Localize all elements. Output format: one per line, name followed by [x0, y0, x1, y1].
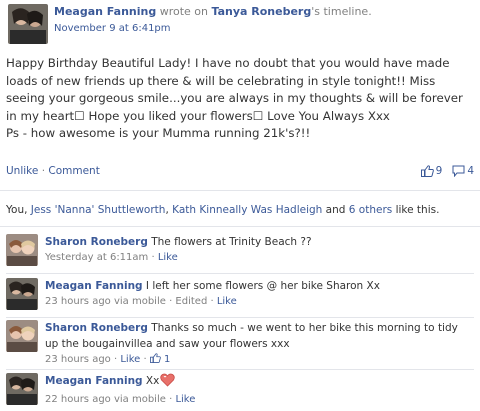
post-message: Happy Birthday Beautiful Lady! I have no…	[6, 56, 463, 140]
comment-icon[interactable]	[452, 165, 465, 178]
avatar-meagan[interactable]	[8, 4, 48, 44]
avatar-meagan[interactable]	[6, 278, 38, 310]
comment-link[interactable]: Comment	[48, 165, 99, 177]
comment-time[interactable]: 23 hours ago	[45, 354, 111, 365]
wrote-on-text: wrote on	[159, 5, 209, 18]
comment-author[interactable]: Sharon Roneberg	[45, 236, 148, 248]
comment-count[interactable]: 4	[467, 165, 474, 177]
comment-like-link[interactable]: Like	[120, 354, 140, 365]
comment-like-link[interactable]: Like	[158, 252, 178, 263]
timeline-owner-link[interactable]: Tanya Roneberg	[212, 5, 312, 18]
comment-author[interactable]: Meagan Fanning	[45, 375, 143, 387]
unlike-link[interactable]: Unlike	[6, 165, 38, 177]
avatar-meagan[interactable]	[6, 373, 38, 405]
edited-label: · Edited ·	[165, 296, 217, 307]
comment-author[interactable]: Sharon Roneberg	[45, 322, 148, 334]
comment-text: The flowers at Trinity Beach ??	[151, 236, 312, 248]
post-timestamp[interactable]: November 9 at 6:41pm	[54, 23, 171, 34]
liker-link-1[interactable]: Jess 'Nanna' Shuttleworth	[31, 204, 166, 216]
comment-like-count[interactable]: 1	[149, 353, 170, 365]
comment-time[interactable]: 23 hours ago via mobile	[45, 296, 166, 307]
comment-item: Meagan Fanning Xx 22 hours ago via mobil…	[6, 373, 476, 409]
comment-text: I left her some flowers @ her bike Sharo…	[145, 280, 380, 292]
likes-summary: You, Jess 'Nanna' Shuttleworth, Kath Kin…	[6, 204, 440, 216]
like-count[interactable]: 9	[436, 165, 443, 177]
comment-time[interactable]: Yesterday at 6:11am	[45, 252, 148, 263]
timeline-suffix: 's timeline.	[311, 5, 372, 18]
post-actions: Unlike · Comment 9 4	[6, 165, 474, 178]
comment-item: Sharon Roneberg The flowers at Trinity B…	[6, 234, 476, 270]
heart-icon	[160, 373, 176, 392]
avatar-sharon[interactable]	[6, 234, 38, 266]
divider	[0, 190, 480, 191]
others-link[interactable]: 6 others	[349, 204, 392, 216]
comment-text: Xx	[145, 375, 160, 387]
comment-item: Meagan Fanning I left her some flowers @…	[6, 278, 476, 314]
divider	[6, 369, 474, 370]
comment-like-link[interactable]: Like	[217, 296, 237, 307]
divider	[0, 226, 480, 227]
liker-link-2[interactable]: Kath Kinneally Was Hadleigh	[172, 204, 322, 216]
divider	[6, 317, 474, 318]
thumbs-up-icon[interactable]	[420, 165, 434, 177]
comment-like-link[interactable]: Like	[175, 394, 195, 405]
comment-author[interactable]: Meagan Fanning	[45, 280, 143, 292]
divider	[6, 273, 474, 274]
thumbs-up-icon	[149, 353, 161, 363]
post-author-link[interactable]: Meagan Fanning	[54, 5, 156, 18]
avatar-sharon[interactable]	[6, 320, 38, 352]
comment-time[interactable]: 22 hours ago via mobile	[45, 394, 166, 405]
comment-item: Sharon Roneberg Thanks so much - we went…	[6, 320, 476, 368]
post-header: Meagan Fanning wrote on Tanya Roneberg's…	[8, 4, 472, 48]
